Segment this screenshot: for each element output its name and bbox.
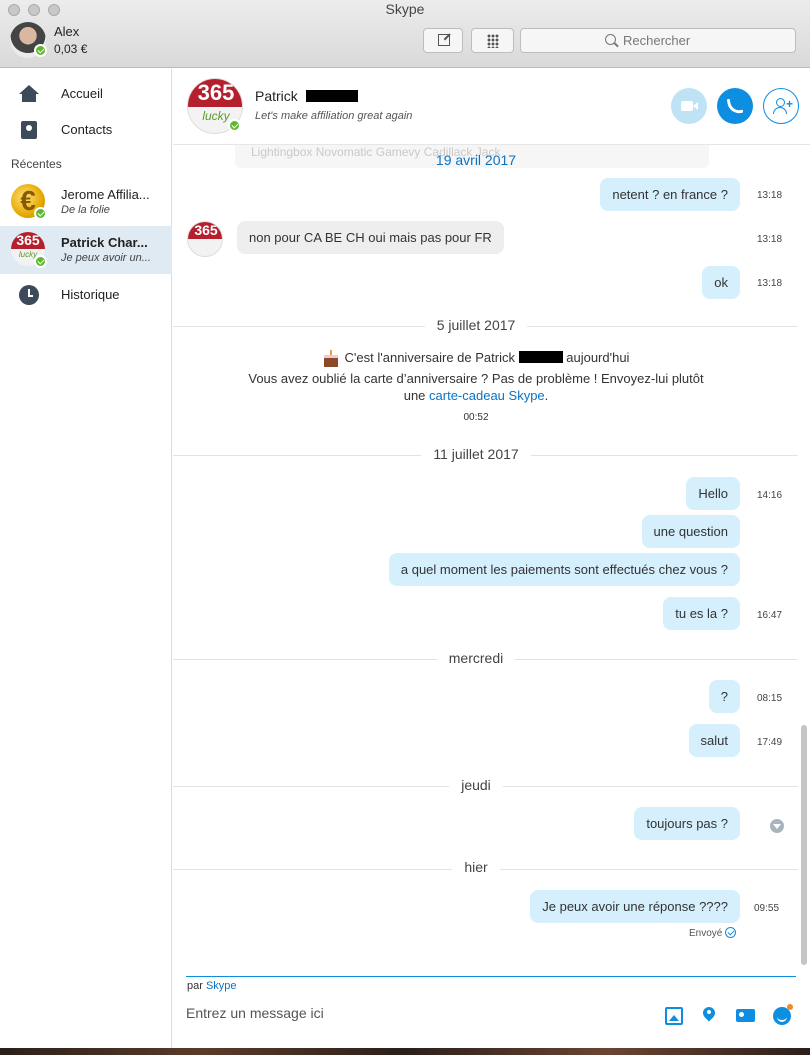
sent-check-icon [725, 927, 737, 938]
recent-name: Jerome Affilia... [61, 187, 150, 202]
recents-heading: Récentes [11, 157, 62, 171]
message-time: 08:15 [757, 693, 783, 704]
message-bubble[interactable]: ok [702, 266, 740, 299]
dialpad-button[interactable] [471, 28, 514, 53]
online-presence-icon [34, 44, 47, 57]
contacts-icon [21, 121, 37, 139]
birthday-text: Vous avez oublié la carte d’anniversaire… [248, 371, 704, 386]
birthday-time: 00:52 [463, 412, 489, 423]
online-presence-icon [34, 207, 47, 220]
recent-conversation-jerome[interactable]: € Jerome Affilia... De la folie [0, 178, 172, 226]
dialpad-icon [487, 34, 499, 48]
video-camera-icon [681, 101, 698, 111]
sidebar-item-contacts[interactable]: Contacts [0, 115, 172, 145]
online-presence-icon [228, 119, 241, 132]
video-call-button[interactable] [671, 88, 707, 124]
emoticon-icon[interactable] [773, 1004, 793, 1025]
search-icon [605, 34, 616, 45]
date-separator: 5 juillet 2017 [173, 317, 779, 335]
conversation-transcript[interactable]: Lightingbox Novomatic Gamevy Cadillack J… [173, 145, 810, 975]
contact-card-icon[interactable] [736, 1009, 755, 1022]
sidebar-item-label: Accueil [61, 86, 103, 101]
birthday-gift-line: une carte-cadeau Skype. [403, 388, 549, 403]
new-conversation-button[interactable] [423, 28, 463, 53]
add-participant-button[interactable]: + [763, 88, 799, 124]
message-bubble[interactable]: toujours pas ? [634, 807, 740, 840]
message-time: 14:16 [757, 490, 783, 501]
recent-preview: De la folie [61, 204, 110, 216]
contact-name[interactable]: Patrick [255, 88, 358, 104]
birthday-notice: C'est l'anniversaire de Patrick aujourd'… [173, 350, 779, 367]
message-bubble[interactable]: ? [708, 680, 740, 713]
location-pin-icon[interactable] [703, 1007, 715, 1023]
message-time: 09:55 [754, 903, 780, 914]
message-bubble[interactable]: une question [641, 515, 740, 548]
message-time: 13:18 [757, 234, 783, 245]
sidebar-item-label: Historique [61, 287, 120, 302]
contact-avatar: 365 [187, 221, 223, 257]
recent-conversation-patrick[interactable]: 365 lucky Patrick Char... Je peux avoir … [0, 226, 172, 274]
message-time: 16:47 [757, 610, 783, 621]
message-bubble[interactable]: salut [688, 724, 740, 757]
home-icon [19, 85, 39, 103]
date-separator: jeudi [173, 777, 779, 795]
online-presence-icon [34, 255, 47, 268]
gift-card-link[interactable]: carte-cadeau Skype [429, 388, 545, 403]
message-bubble[interactable]: Je peux avoir une réponse ???? [530, 890, 740, 923]
user-credit[interactable]: 0,03 € [54, 42, 87, 56]
chat-header: 365 lucky Patrick Let's make affiliation… [173, 69, 810, 145]
message-bubble[interactable]: non pour CA BE CH oui mais pas pour FR [237, 221, 504, 254]
message-bubble[interactable]: tu es la ? [663, 597, 740, 630]
skype-window: Skype Alex 0,03 € Rechercher Accueil Con… [0, 0, 810, 1048]
sent-via-label: par Skype [187, 980, 237, 992]
message-input[interactable] [186, 1002, 636, 1024]
redacted-block [518, 351, 563, 363]
date-separator: 19 avril 2017 [435, 152, 517, 168]
date-separator: hier [173, 859, 779, 877]
search-placeholder: Rechercher [623, 33, 691, 48]
user-name[interactable]: Alex [54, 24, 79, 39]
compose-icon [438, 34, 450, 46]
sidebar: Accueil Contacts Récentes € Jerome Affil… [0, 69, 172, 1048]
message-time: 17:49 [757, 737, 783, 748]
audio-call-button[interactable] [717, 88, 753, 124]
title-bar: Skype Alex 0,03 € Rechercher [0, 0, 810, 68]
desktop-background [0, 1048, 810, 1055]
scrollbar[interactable] [801, 725, 807, 965]
image-icon[interactable] [665, 1007, 683, 1025]
contact-mood: Let's make affiliation great again [255, 110, 413, 122]
recent-preview: Je peux avoir un... [61, 252, 151, 264]
message-time: 13:18 [757, 190, 783, 201]
phone-icon [726, 96, 744, 116]
date-separator: mercredi [173, 650, 779, 668]
clock-icon [19, 285, 39, 305]
window-title: Skype [385, 1, 425, 17]
sidebar-item-historique[interactable]: Historique [0, 280, 172, 310]
message-bubble[interactable]: Hello [686, 477, 740, 510]
message-status: Envoyé [689, 927, 737, 939]
sidebar-item-accueil[interactable]: Accueil [0, 79, 172, 109]
message-time: 13:18 [757, 278, 783, 289]
date-separator: 11 juillet 2017 [173, 446, 779, 464]
recent-name: Patrick Char... [61, 235, 148, 250]
message-composer: par Skype [173, 975, 810, 1048]
birthday-cake-icon [323, 350, 339, 367]
sidebar-item-label: Contacts [61, 122, 113, 137]
redacted-block [305, 90, 358, 102]
message-bubble[interactable]: netent ? en france ? [600, 178, 740, 211]
search-input[interactable]: Rechercher [520, 28, 796, 53]
skype-link[interactable]: Skype [206, 980, 237, 992]
scroll-to-bottom-icon[interactable] [770, 819, 784, 833]
message-bubble[interactable]: a quel moment les paiements sont effectu… [388, 553, 740, 586]
